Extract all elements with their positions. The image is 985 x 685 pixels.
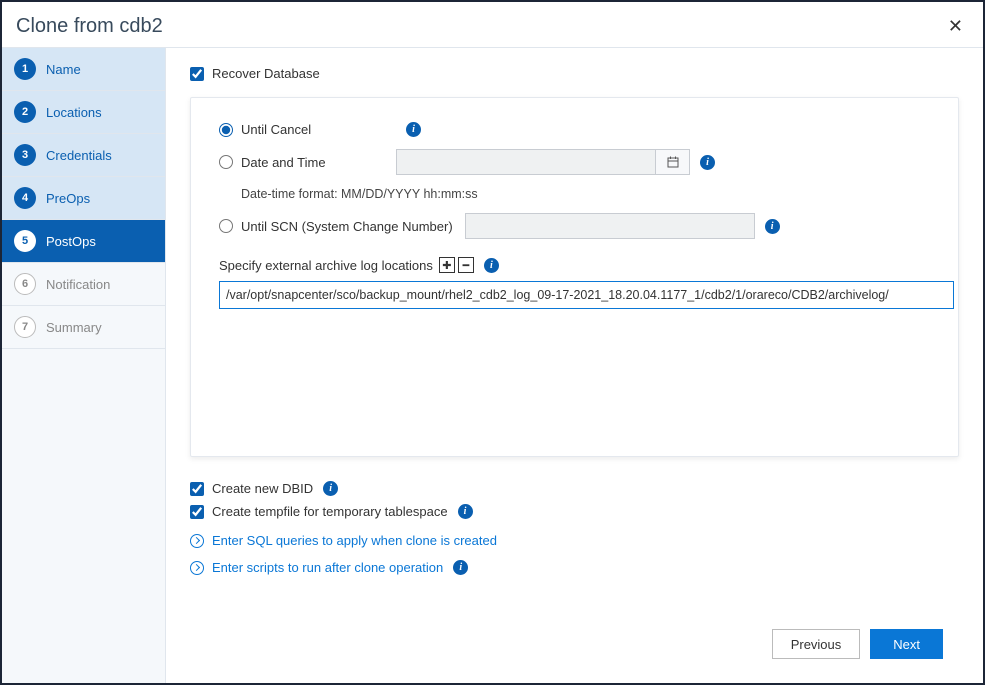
previous-button[interactable]: Previous — [772, 629, 861, 659]
recover-database-input[interactable] — [190, 67, 204, 81]
step-name[interactable]: 1 Name — [2, 48, 165, 91]
chevron-right-icon — [190, 561, 204, 575]
date-time-input[interactable] — [396, 149, 656, 175]
info-icon[interactable]: i — [484, 258, 499, 273]
date-time-radio[interactable] — [219, 155, 233, 169]
recover-database-card: Until Cancel i Date and Time i Date-time… — [190, 97, 959, 457]
content-panel: Recover Database Until Cancel i Date and… — [166, 48, 983, 683]
archive-log-spec-row: Specify external archive log locations ✚… — [219, 257, 930, 273]
chevron-right-icon — [190, 534, 204, 548]
step-number-icon: 3 — [14, 144, 36, 166]
step-label: PreOps — [46, 191, 90, 206]
info-icon[interactable]: i — [453, 560, 468, 575]
calendar-icon[interactable] — [656, 149, 690, 175]
create-dbid-label: Create new DBID — [212, 481, 313, 496]
create-dbid-checkbox[interactable]: Create new DBID i — [190, 481, 959, 496]
step-number-icon: 4 — [14, 187, 36, 209]
step-notification[interactable]: 6 Notification — [2, 263, 165, 306]
info-icon[interactable]: i — [700, 155, 715, 170]
info-icon[interactable]: i — [323, 481, 338, 496]
sql-queries-label: Enter SQL queries to apply when clone is… — [212, 533, 497, 548]
recover-database-checkbox[interactable]: Recover Database — [190, 66, 959, 81]
close-icon[interactable]: ✕ — [944, 16, 967, 37]
info-icon[interactable]: i — [458, 504, 473, 519]
recover-database-label: Recover Database — [212, 66, 320, 81]
until-cancel-radio-row[interactable]: Until Cancel i — [219, 122, 930, 137]
info-icon[interactable]: i — [406, 122, 421, 137]
dialog-header: Clone from cdb2 ✕ — [2, 2, 983, 48]
create-tempfile-input[interactable] — [190, 505, 204, 519]
dialog-body: 1 Name 2 Locations 3 Credentials 4 PreOp… — [2, 48, 983, 683]
step-label: Credentials — [46, 148, 112, 163]
step-label: Locations — [46, 105, 102, 120]
step-label: Notification — [46, 277, 110, 292]
step-label: Summary — [46, 320, 102, 335]
until-cancel-label: Until Cancel — [241, 122, 396, 137]
clone-dialog: Clone from cdb2 ✕ 1 Name 2 Locations 3 C… — [2, 2, 983, 683]
step-label: PostOps — [46, 234, 96, 249]
step-preops[interactable]: 4 PreOps — [2, 177, 165, 220]
until-cancel-radio[interactable] — [219, 123, 233, 137]
create-tempfile-label: Create tempfile for temporary tablespace — [212, 504, 448, 519]
scn-input[interactable] — [465, 213, 755, 239]
add-location-icon[interactable]: ✚ — [439, 257, 455, 273]
info-icon[interactable]: i — [765, 219, 780, 234]
step-number-icon: 5 — [14, 230, 36, 252]
post-scripts-link[interactable]: Enter scripts to run after clone operati… — [190, 560, 959, 575]
step-locations[interactable]: 2 Locations — [2, 91, 165, 134]
spacer — [190, 581, 959, 617]
date-time-radio-row[interactable]: Date and Time i — [219, 149, 930, 175]
create-dbid-input[interactable] — [190, 482, 204, 496]
archive-log-path-input[interactable] — [219, 281, 954, 309]
create-tempfile-checkbox[interactable]: Create tempfile for temporary tablespace… — [190, 504, 959, 519]
date-time-label: Date and Time — [241, 155, 396, 170]
step-postops[interactable]: 5 PostOps — [2, 220, 165, 263]
wizard-sidebar: 1 Name 2 Locations 3 Credentials 4 PreOp… — [2, 48, 166, 683]
remove-location-icon[interactable]: ━ — [458, 257, 474, 273]
step-number-icon: 6 — [14, 273, 36, 295]
step-label: Name — [46, 62, 81, 77]
step-credentials[interactable]: 3 Credentials — [2, 134, 165, 177]
datetime-format-hint: Date-time format: MM/DD/YYYY hh:mm:ss — [241, 187, 930, 201]
dialog-title: Clone from cdb2 — [16, 15, 163, 38]
step-number-icon: 1 — [14, 58, 36, 80]
step-number-icon: 2 — [14, 101, 36, 123]
step-summary[interactable]: 7 Summary — [2, 306, 165, 349]
sql-queries-link[interactable]: Enter SQL queries to apply when clone is… — [190, 533, 959, 548]
archive-log-label: Specify external archive log locations — [219, 258, 433, 273]
dialog-footer: Previous Next — [190, 617, 959, 673]
until-scn-radio-row[interactable]: Until SCN (System Change Number) i — [219, 213, 930, 239]
until-scn-radio[interactable] — [219, 219, 233, 233]
until-scn-label: Until SCN (System Change Number) — [241, 219, 453, 234]
next-button[interactable]: Next — [870, 629, 943, 659]
post-scripts-label: Enter scripts to run after clone operati… — [212, 560, 443, 575]
step-number-icon: 7 — [14, 316, 36, 338]
